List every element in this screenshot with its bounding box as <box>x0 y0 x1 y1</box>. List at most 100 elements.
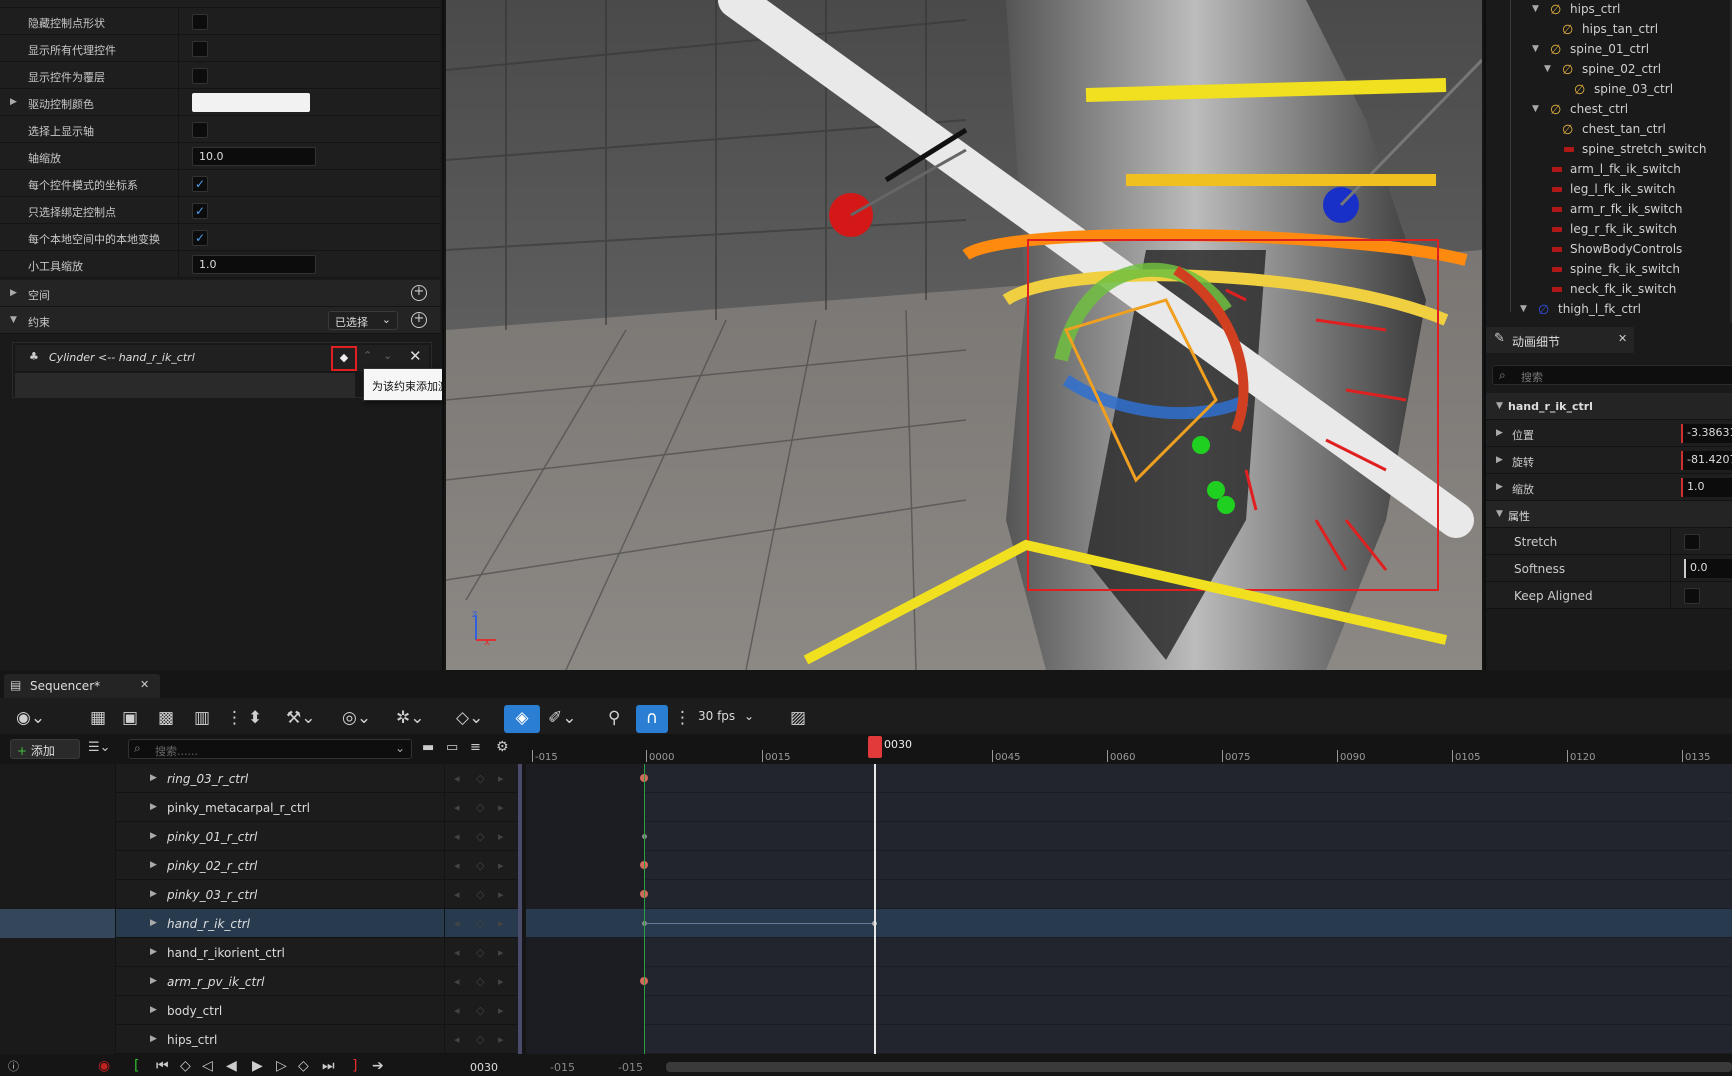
anim-details-search[interactable]: ⌕ 搜索 <box>1492 365 1732 385</box>
location-x-input[interactable]: -3.38631 <box>1681 424 1732 443</box>
delete-constraint-icon[interactable]: ✕ <box>409 347 422 365</box>
next-key-icon[interactable]: ◇ <box>298 1058 309 1074</box>
current-frame-field[interactable]: 0030 <box>470 1061 498 1074</box>
property-row[interactable]: 每个本地空间中的本地变换 ✓ <box>0 224 440 251</box>
add-key-icon[interactable]: ◇ <box>476 946 484 959</box>
snap-button[interactable]: ∩ <box>636 705 668 733</box>
scale-x-input[interactable]: 1.0 <box>1681 478 1732 497</box>
add-key-icon[interactable]: ◇ <box>476 1033 484 1046</box>
tree-item[interactable]: ShowBodyControls <box>1486 240 1732 260</box>
constraint-section[interactable]: ▼ 约束 已选择 ⌄ + <box>0 307 440 334</box>
play-reverse-icon[interactable]: ◀ <box>226 1058 237 1074</box>
view-range-start[interactable]: -015 <box>550 1061 575 1074</box>
prev-frame-icon[interactable]: ◁ <box>202 1058 213 1074</box>
next-key-icon[interactable]: ▸ <box>498 946 504 959</box>
property-checkbox[interactable]: ✓ <box>192 176 208 192</box>
timeline-lane[interactable] <box>526 822 1732 851</box>
constraint-filter-dropdown[interactable]: 已选择 ⌄ <box>328 311 398 330</box>
tree-item[interactable]: ▼ ∅ hips_ctrl <box>1486 0 1732 20</box>
rotation-x-input[interactable]: -81.4207 <box>1681 451 1732 470</box>
tree-item[interactable]: ∅ spine_03_ctrl <box>1486 80 1732 100</box>
wrench-icon[interactable]: ⚒⌄ <box>286 708 315 728</box>
track-list-scrollbar[interactable] <box>518 764 522 1054</box>
track-row[interactable]: ▶ pinky_metacarpal_r_ctrl ◂ ◇ ▸ <box>0 793 522 822</box>
gear-icon[interactable]: ⚙ <box>496 739 509 755</box>
add-constraint-icon[interactable]: + <box>411 312 427 328</box>
track-row[interactable]: ▶ pinky_02_r_ctrl ◂ ◇ ▸ <box>0 851 522 880</box>
range-end-icon[interactable]: ] <box>352 1058 357 1074</box>
property-checkbox[interactable] <box>192 68 208 84</box>
rotation-row[interactable]: ▶ 旋转 -81.4207 <box>1486 447 1732 474</box>
track-row[interactable]: ▶ hand_r_ikorient_ctrl ◂ ◇ ▸ <box>0 938 522 967</box>
color-swatch[interactable] <box>192 93 310 112</box>
prev-key-icon[interactable]: ◂ <box>454 1033 460 1046</box>
prev-key-icon[interactable]: ◂ <box>454 975 460 988</box>
stretch-row[interactable]: Stretch <box>1486 528 1732 555</box>
softness-row[interactable]: Softness 0.0 <box>1486 555 1732 582</box>
anim-details-tab[interactable]: ✎ 动画细节 ✕ <box>1486 327 1634 353</box>
folder-icon[interactable]: ▣ <box>122 708 138 728</box>
next-key-icon[interactable]: ▸ <box>498 801 504 814</box>
camera-icon[interactable]: ▩ <box>158 708 174 728</box>
key-diamond-icon[interactable]: ◇⌄ <box>456 708 483 728</box>
close-tab-icon[interactable]: ✕ <box>1618 332 1627 345</box>
property-row[interactable]: 显示所有代理控件 <box>0 35 440 62</box>
tree-item[interactable]: leg_l_fk_ik_switch <box>1486 180 1732 200</box>
marker-icon[interactable]: ⚲ <box>608 708 620 728</box>
collapse-all-icon[interactable]: ▬ <box>422 740 434 755</box>
add-key-icon[interactable]: ◇ <box>476 917 484 930</box>
timeline-lane[interactable] <box>526 851 1732 880</box>
save-icon[interactable]: ▦ <box>90 708 106 728</box>
tree-item[interactable]: ▼ ∅ thigh_l_fk_ctrl <box>1486 300 1732 320</box>
property-checkbox[interactable]: ✓ <box>192 230 208 246</box>
timeline-lane[interactable] <box>526 880 1732 909</box>
list-icon[interactable]: ≡ <box>470 740 481 755</box>
next-key-icon[interactable]: ▸ <box>498 1004 504 1017</box>
property-checkbox[interactable] <box>192 122 208 138</box>
location-row[interactable]: ▶ 位置 -3.38631 <box>1486 420 1732 447</box>
move-up-icon[interactable]: ⌃ <box>363 349 372 362</box>
property-number-input[interactable]: 10.0 <box>192 147 316 166</box>
filter-icon[interactable]: ☰⌄ <box>88 740 111 755</box>
eye-icon[interactable]: ◎⌄ <box>342 708 371 728</box>
close-tab-icon[interactable]: ✕ <box>140 678 149 691</box>
next-frame-icon[interactable]: ▷ <box>276 1058 287 1074</box>
go-to-start-icon[interactable]: ⏮ <box>156 1058 169 1074</box>
property-row[interactable]: 只选择绑定控制点 ✓ <box>0 197 440 224</box>
track-row[interactable]: ▶ arm_r_pv_ik_ctrl ◂ ◇ ▸ <box>0 967 522 996</box>
track-row[interactable]: ▶ hand_r_ik_ctrl ◂ ◇ ▸ <box>0 909 522 938</box>
prev-key-icon[interactable]: ◂ <box>454 859 460 872</box>
track-row[interactable]: ▶ pinky_01_r_ctrl ◂ ◇ ▸ <box>0 822 522 851</box>
control-header[interactable]: ▼ hand_r_ik_ctrl <box>1486 393 1732 420</box>
settings-icon[interactable]: ✲⌄ <box>396 708 425 728</box>
curve-editor-icon[interactable]: ▨ <box>790 708 806 728</box>
property-row[interactable]: 显示控件为覆层 <box>0 62 440 89</box>
add-key-icon[interactable]: ◇ <box>476 1004 484 1017</box>
stretch-checkbox[interactable] <box>1684 534 1700 550</box>
timeline-area[interactable] <box>526 764 1732 1054</box>
world-icon[interactable]: ◉⌄ <box>16 708 45 728</box>
next-key-icon[interactable]: ▸ <box>498 859 504 872</box>
tree-item[interactable]: ∅ hips_tan_ctrl <box>1486 20 1732 40</box>
timeline-lane[interactable] <box>526 938 1732 967</box>
prev-key-icon[interactable]: ◂ <box>454 830 460 843</box>
record-icon[interactable]: ◉ <box>98 1058 110 1074</box>
track-row[interactable]: ▶ body_ctrl ◂ ◇ ▸ <box>0 996 522 1025</box>
playhead-marker[interactable] <box>868 736 882 758</box>
add-key-icon[interactable]: ◇ <box>476 888 484 901</box>
timeline-lane[interactable] <box>526 996 1732 1025</box>
next-key-icon[interactable]: ▸ <box>498 830 504 843</box>
add-active-key-button[interactable]: ◆ <box>331 346 357 371</box>
keep-aligned-row[interactable]: Keep Aligned <box>1486 582 1732 609</box>
tree-item[interactable]: spine_fk_ik_switch <box>1486 260 1732 280</box>
property-number-input[interactable]: 1.0 <box>192 255 316 274</box>
export-icon[interactable]: ⬍ <box>248 708 262 728</box>
track-row[interactable]: ▶ ring_03_r_ctrl ◂ ◇ ▸ <box>0 764 522 793</box>
property-checkbox[interactable] <box>192 14 208 30</box>
add-key-icon[interactable]: ◇ <box>476 772 484 785</box>
property-row[interactable]: 小工具缩放 1.0 <box>0 251 440 278</box>
go-to-end-icon[interactable]: ⏭ <box>322 1058 335 1074</box>
add-key-icon[interactable]: ◇ <box>476 859 484 872</box>
play-icon[interactable]: ▶ <box>252 1058 263 1074</box>
timeline-lane[interactable] <box>526 909 1732 938</box>
